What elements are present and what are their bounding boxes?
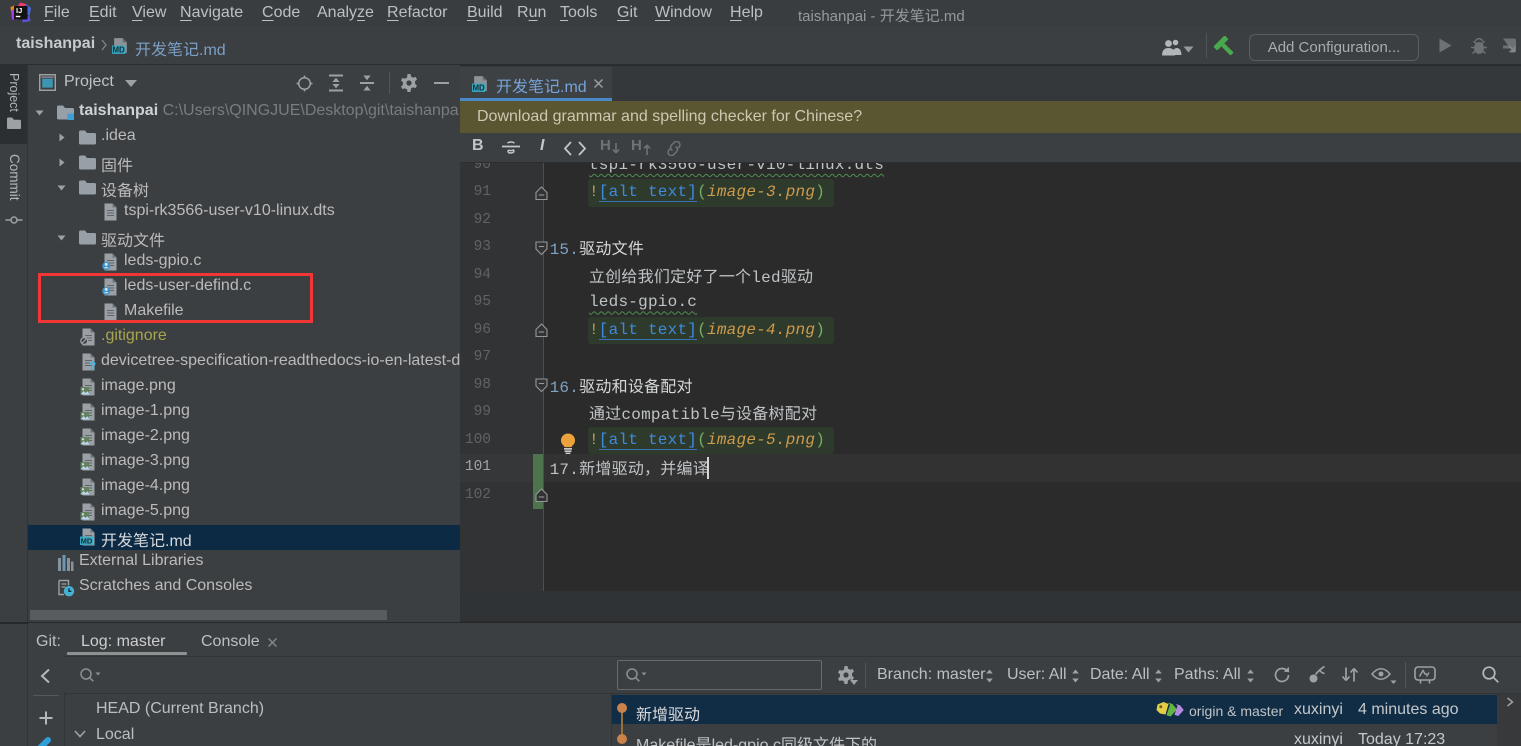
svg-text:MD: MD: [81, 537, 93, 546]
svg-text:IJ: IJ: [16, 6, 22, 15]
svg-text:?: ?: [89, 359, 96, 371]
svg-text:MD: MD: [112, 46, 125, 55]
svg-text:MD: MD: [472, 84, 485, 93]
